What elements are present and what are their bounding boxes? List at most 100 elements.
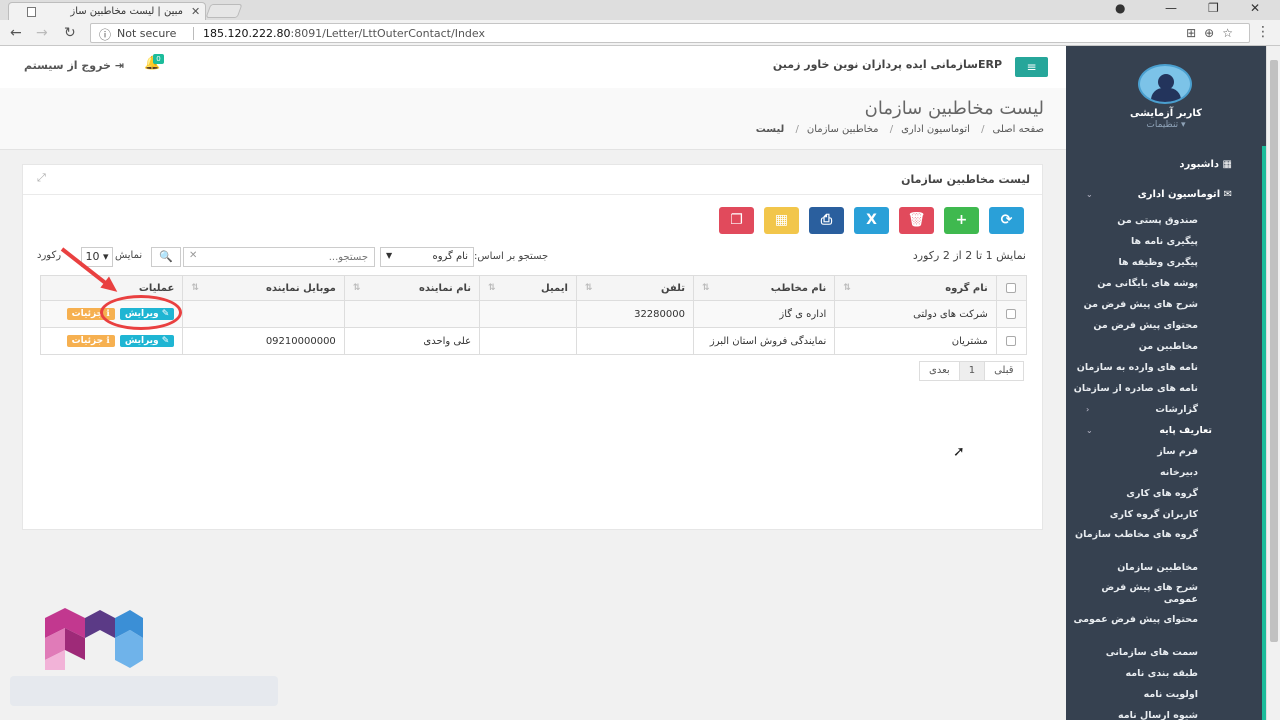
col-mobile-label: موبایل نماینده <box>265 282 336 294</box>
sidebar-item-org-contacts[interactable]: مخاطبین سازمان <box>1066 557 1262 578</box>
sidebar-item-task-tracking[interactable]: پیگیری وظیفه ها <box>1066 252 1262 273</box>
sidebar-item-my-default-content[interactable]: محتوای پیش فرض من <box>1066 315 1262 336</box>
search-button[interactable]: 🔍 <box>151 247 181 267</box>
expand-icon[interactable]: ⤢ <box>37 171 46 185</box>
table-row[interactable]: مشتریان نمایندگی فروش استان البرز علی وا… <box>39 327 1028 355</box>
hamburger-icon: ≡ <box>1026 60 1037 74</box>
col-email[interactable]: ایمیل ⇅ <box>479 275 577 301</box>
breadcrumb-separator: / <box>795 124 799 135</box>
search-input[interactable] <box>183 247 375 267</box>
profile-icon[interactable]: ● <box>1115 1 1125 15</box>
col-phone-label: تلفن <box>660 282 685 294</box>
page-heading: لیست مخاطبین سازمان صفحه اصلی / اتوماسیون… <box>0 88 1066 150</box>
sidebar-toggle-button[interactable]: ≡ <box>1015 57 1048 77</box>
sidebar-item-contact-groups[interactable]: گروه های مخاطب سازمان <box>1066 525 1262 557</box>
sidebar-item-my-default-descriptions[interactable]: شرح های پیش فرض من <box>1066 294 1262 315</box>
sidebar-item-incoming-letters[interactable]: نامه های وارده به سازمان <box>1066 357 1262 378</box>
avatar-body <box>1151 88 1181 102</box>
delete-button[interactable]: 🗑 <box>899 207 934 234</box>
col-rep-label: نام نماینده <box>418 282 472 294</box>
pager-page-button[interactable]: 1 <box>958 362 985 380</box>
table-row[interactable]: شرکت های دولتی اداره ی گاز 32280000 ✎ وی… <box>39 300 1028 328</box>
sidebar-item-work-group-users[interactable]: کاربران گروه کاری <box>1066 504 1262 525</box>
breadcrumb-separator: / <box>889 124 894 135</box>
edit-button[interactable]: ✎ ویرایش <box>119 335 175 347</box>
minimize-icon[interactable]: — <box>1165 1 1177 15</box>
chevron-down-icon: ⌄ <box>1086 426 1093 435</box>
sidebar-item-letter-classification[interactable]: طبقه بندی نامه <box>1066 663 1262 684</box>
close-tab-icon[interactable]: ✕ <box>191 5 200 18</box>
translate-icon[interactable]: ⊞ <box>1186 26 1204 40</box>
col-phone[interactable]: تلفن ⇅ <box>575 275 694 301</box>
row-checkbox[interactable] <box>1006 335 1017 346</box>
clear-icon[interactable]: ✕ <box>189 250 197 261</box>
forward-arrow-icon[interactable]: → <box>36 25 48 41</box>
sidebar-item-outgoing-letters[interactable]: نامه های صادره از سازمان ‹ <box>1066 378 1262 399</box>
col-mobile[interactable]: موبایل نماینده ⇅ <box>182 275 345 301</box>
cell-rep: علی واحدی <box>343 327 481 355</box>
close-window-icon[interactable]: ✕ <box>1250 1 1260 15</box>
page-scrollbar[interactable] <box>1266 46 1280 720</box>
select-all-checkbox[interactable] <box>1006 282 1017 293</box>
reload-icon[interactable]: ↻ <box>64 25 76 41</box>
sidebar-item-dashboard[interactable]: ▦ داشبورد <box>1066 150 1262 180</box>
excel-button[interactable]: X <box>854 207 889 234</box>
pager-prev-button[interactable]: قبلی <box>984 362 1022 380</box>
restore-icon[interactable]: ❐ <box>1208 1 1219 15</box>
col-contact[interactable]: نام مخاطب ⇅ <box>692 275 836 301</box>
sidebar-item-public-default-descriptions[interactable]: شرح های پیش فرض عمومی <box>1066 578 1262 610</box>
row-checkbox[interactable] <box>1006 308 1017 319</box>
page-title: لیست مخاطبین سازمان <box>864 98 1044 119</box>
breadcrumb-office[interactable]: اتوماسیون اداری <box>901 124 970 135</box>
refresh-button[interactable]: ⟳ <box>989 207 1024 234</box>
back-arrow-icon[interactable]: ← <box>10 25 22 41</box>
info-icon[interactable]: ⓘ <box>99 26 111 43</box>
sidebar-item-mailbox[interactable]: صندوق پستی من <box>1066 210 1262 231</box>
details-label: جزئیات <box>71 309 104 319</box>
sidebar-item-office[interactable]: ✉ اتوماسیون اداری ⌄ <box>1066 180 1262 210</box>
breadcrumb-contacts[interactable]: مخاطبین سازمان <box>807 124 879 135</box>
dashboard-icon: ▦ <box>1219 159 1232 170</box>
copy-button[interactable]: ❐ <box>719 207 754 234</box>
logout-label: خروج از سیستم <box>24 59 111 72</box>
pager-next-button[interactable]: بعدی <box>920 362 959 380</box>
sidebar-item-letter-tracking[interactable]: پیگیری نامه ها <box>1066 231 1262 252</box>
sidebar-item-form-builder[interactable]: فرم ساز <box>1066 441 1262 462</box>
bookmark-star-icon[interactable]: ☆ <box>1222 26 1241 40</box>
cell-actions: ✎ ویرایش ℹ جزئیات <box>39 327 184 355</box>
search-field-select[interactable]: نام گروه ▼ <box>380 247 474 267</box>
columns-button[interactable]: ▦ <box>764 207 799 234</box>
sidebar-item-archive-folders[interactable]: پوشه های بایگانی من <box>1066 273 1262 294</box>
avatar[interactable] <box>1138 64 1192 104</box>
logout-link[interactable]: خروج از سیستم ⇥ <box>24 59 124 72</box>
sidebar-item-my-contacts[interactable]: مخاطبین من <box>1066 336 1262 357</box>
chevron-down-icon: ⌄ <box>1086 190 1093 199</box>
browser-menu-icon[interactable]: ⋮ <box>1256 24 1270 40</box>
sidebar-item-public-default-content[interactable]: محتوای پیش فرض عمومی <box>1066 610 1262 642</box>
col-rep[interactable]: نام نماینده ⇅ <box>343 275 481 301</box>
col-group[interactable]: نام گروه ⇅ <box>834 275 997 301</box>
sidebar-item-work-groups[interactable]: گروه های کاری <box>1066 483 1262 504</box>
scrollbar-thumb[interactable] <box>1270 60 1278 642</box>
breadcrumb-home[interactable]: صفحه اصلی <box>993 124 1044 135</box>
new-tab-button[interactable] <box>205 4 243 18</box>
brand-title: ERPسازمانی ایده پردازان نوین خاور زمین <box>772 58 1002 71</box>
add-button[interactable]: + <box>944 207 979 234</box>
sidebar-item-base-definitions[interactable]: تعاریف پایه ⌄ <box>1066 420 1262 441</box>
sidebar-item-sending-method[interactable]: شیوه ارسال نامه <box>1066 705 1262 720</box>
details-button[interactable]: ℹ جزئیات <box>66 335 115 347</box>
sidebar-item-reports[interactable]: گزارشات ‹ <box>1066 399 1262 420</box>
sidebar-item-org-positions[interactable]: سمت های سازمانی <box>1066 642 1262 663</box>
print-button[interactable]: ⎙ <box>809 207 844 234</box>
url-host: 185.120.222.80 <box>203 27 291 40</box>
search-by-label: جستجو بر اساس: <box>474 251 549 262</box>
page-length-value: 10 <box>85 250 100 263</box>
browser-tab[interactable]: مبین | لیست مخاطبین ساز ✕ <box>8 2 206 20</box>
zoom-icon[interactable]: ⊕ <box>1204 26 1222 40</box>
page-length-select[interactable]: 10 ▾ <box>81 247 113 267</box>
sidebar-item-secretariat[interactable]: دبیرخانه <box>1066 462 1262 483</box>
chevron-down-icon: ▾ <box>1181 120 1186 130</box>
sidebar-item-letter-priority[interactable]: اولویت نامه <box>1066 684 1262 705</box>
user-settings-link[interactable]: تنظیمات ▾ <box>1066 120 1266 130</box>
url-input[interactable]: ⓘ Not secure 185.120.222.80:8091/Letter/… <box>90 23 1250 43</box>
